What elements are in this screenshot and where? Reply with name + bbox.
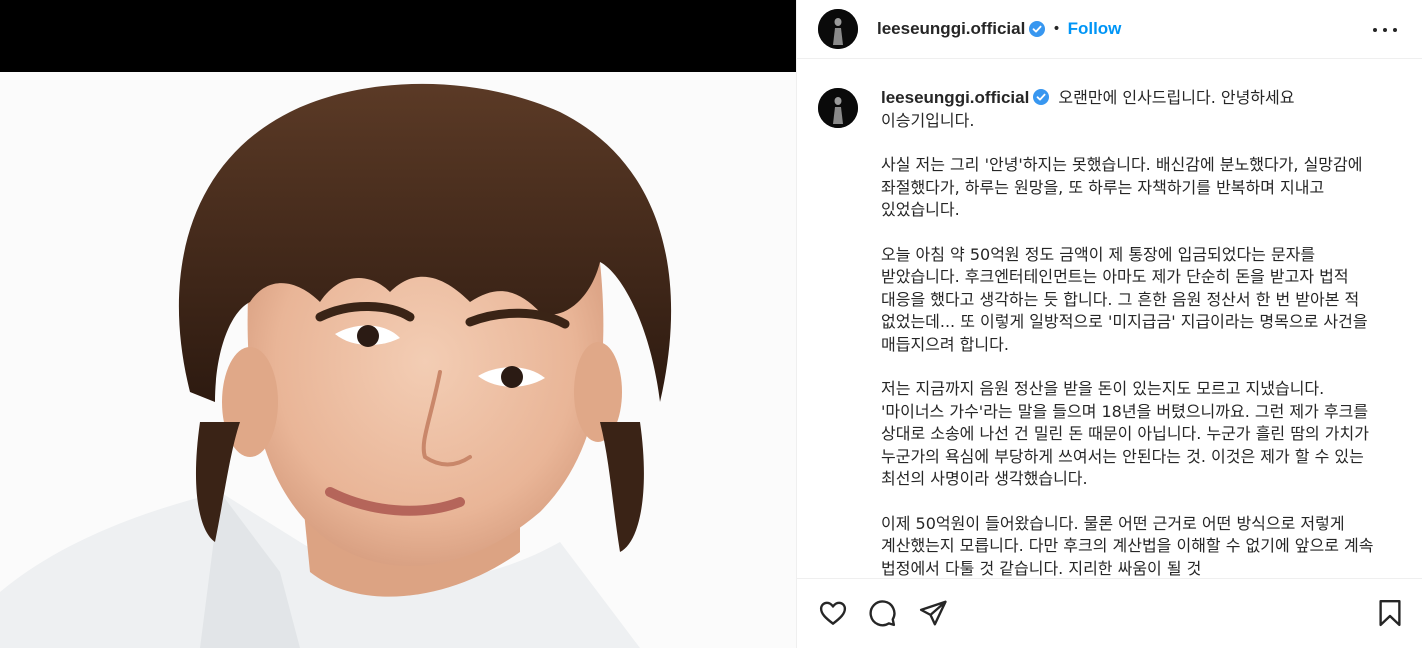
caption-paragraph: 이제 50억원이 들어왔습니다. 물론 어떤 근거로 어떤 방식으로 저렇게 계… bbox=[881, 513, 1374, 578]
post-panel: leeseunggi.official • Follow leeseunggi.… bbox=[796, 0, 1422, 648]
caption-paragraph: 사실 저는 그리 '안녕'하지는 못했습니다. 배신감에 분노했다가, 실망감에… bbox=[881, 155, 1363, 219]
post-header: leeseunggi.official • Follow bbox=[797, 0, 1422, 59]
caption-paragraph: 오늘 아침 약 50억원 정도 금액이 제 통장에 입금되었다는 문자를 받았습… bbox=[881, 244, 1368, 354]
heart-icon[interactable] bbox=[818, 598, 848, 628]
follow-button[interactable]: Follow bbox=[1068, 19, 1122, 39]
caption-avatar[interactable] bbox=[818, 88, 858, 128]
share-icon[interactable] bbox=[918, 598, 948, 628]
post-caption: leeseunggi.official 오랜만에 인사드립니다. 안녕하세요 이… bbox=[881, 87, 1385, 578]
more-options-icon[interactable] bbox=[1373, 18, 1397, 42]
caption-username[interactable]: leeseunggi.official bbox=[881, 88, 1029, 107]
username-link[interactable]: leeseunggi.official bbox=[877, 19, 1025, 39]
post-photo bbox=[0, 72, 796, 648]
post-media[interactable] bbox=[0, 0, 796, 648]
separator-dot: • bbox=[1052, 21, 1061, 37]
caption-scroll-area[interactable]: leeseunggi.official 오랜만에 인사드립니다. 안녕하세요 이… bbox=[797, 72, 1422, 578]
action-bar bbox=[797, 578, 1422, 648]
verified-badge-icon bbox=[1033, 89, 1050, 105]
caption-paragraph: 저는 지금까지 음원 정산을 받을 돈이 있는지도 모르고 지냈습니다. '마이… bbox=[881, 379, 1369, 488]
comment-icon[interactable] bbox=[867, 598, 897, 628]
bookmark-icon[interactable] bbox=[1375, 598, 1405, 628]
verified-badge-icon bbox=[1029, 21, 1046, 37]
profile-avatar[interactable] bbox=[818, 9, 858, 49]
